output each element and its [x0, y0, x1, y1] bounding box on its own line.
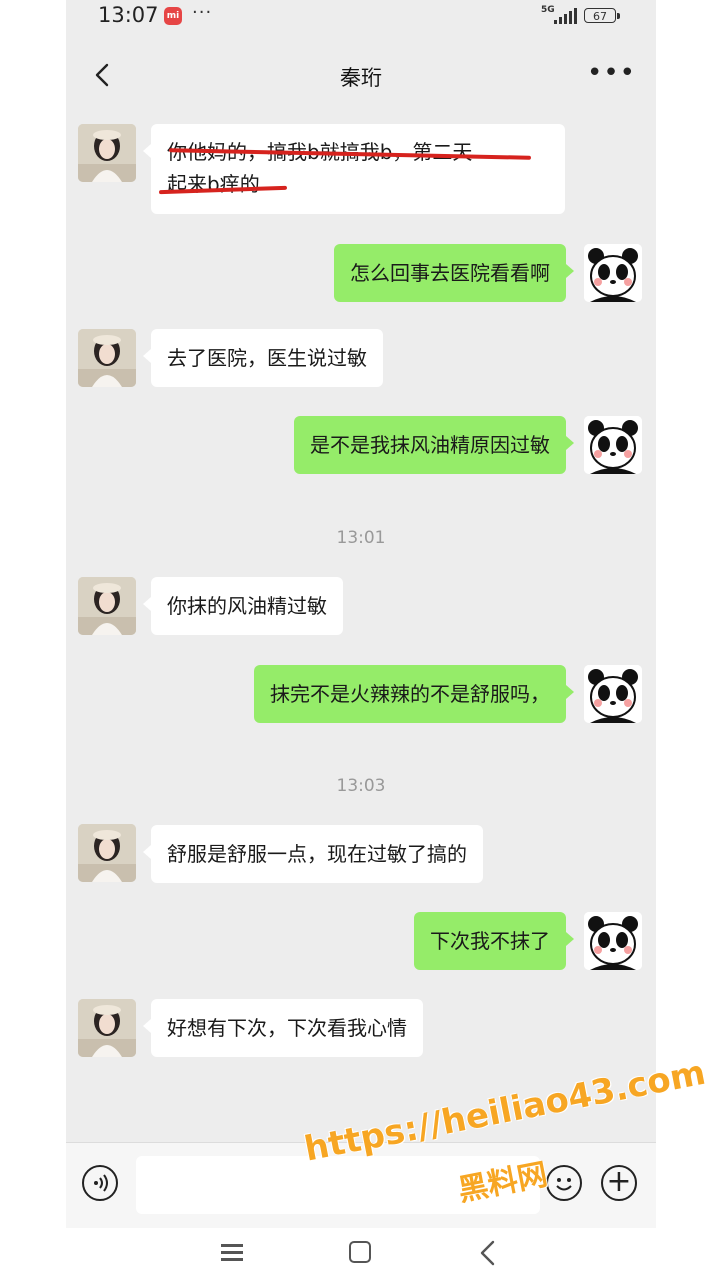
contact-avatar[interactable]: [78, 999, 136, 1057]
status-more: ···: [192, 2, 213, 23]
message-bubble-outgoing[interactable]: 是不是我抹风油精原因过敏: [294, 416, 574, 474]
contact-avatar[interactable]: [78, 577, 136, 635]
contact-avatar[interactable]: [78, 329, 136, 387]
message-bubble-incoming[interactable]: 好想有下次，下次看我心情: [143, 999, 423, 1057]
chat-timestamp: 13:01: [336, 528, 386, 548]
message-text: 抹完不是火辣辣的不是舒服吗，: [270, 682, 550, 706]
menu-icon[interactable]: [221, 1242, 243, 1262]
status-bar: 13:07 mi ··· 5G 67: [66, 0, 656, 34]
message-bubble-incoming[interactable]: 去了医院，医生说过敏: [143, 329, 383, 387]
message-text: 你抹的风油精过敏: [167, 594, 327, 618]
my-avatar[interactable]: [584, 244, 642, 302]
message-bubble-outgoing[interactable]: 怎么回事去医院看看啊: [334, 244, 574, 302]
chat-timestamp: 13:03: [336, 776, 386, 796]
message-text-line: 起来b痒的: [167, 172, 260, 196]
message-text: 去了医院，医生说过敏: [167, 346, 367, 370]
message-text: 怎么回事去医院看看啊: [350, 261, 550, 285]
chat-header: 秦珩 •••: [66, 40, 656, 112]
plus-icon[interactable]: +: [601, 1165, 637, 1201]
message-text: 舒服是舒服一点，现在过敏了搞的: [167, 842, 467, 866]
contact-avatar[interactable]: [78, 824, 136, 882]
battery-icon: 67: [584, 8, 620, 23]
home-icon[interactable]: [349, 1241, 371, 1263]
message-text: 好想有下次，下次看我心情: [167, 1016, 407, 1040]
my-avatar[interactable]: [584, 416, 642, 474]
system-nav-bar: [66, 1228, 656, 1280]
message-bubble-outgoing[interactable]: 抹完不是火辣辣的不是舒服吗，: [254, 665, 574, 723]
message-bubble-incoming[interactable]: 你抹的风油精过敏: [143, 577, 343, 635]
message-text: 是不是我抹风油精原因过敏: [310, 433, 550, 457]
signal-icon: [554, 8, 578, 24]
message-text: 下次我不抹了: [430, 929, 550, 953]
message-bubble-incoming[interactable]: 你他妈的，搞我b就搞我b，第二天 起来b痒的: [143, 124, 565, 214]
emoji-icon[interactable]: [546, 1165, 582, 1201]
my-avatar[interactable]: [584, 665, 642, 723]
network-type: 5G: [541, 5, 555, 15]
contact-avatar[interactable]: [78, 124, 136, 182]
message-bubble-outgoing[interactable]: 下次我不抹了: [414, 912, 574, 970]
voice-icon[interactable]: [82, 1165, 118, 1201]
message-bubble-incoming[interactable]: 舒服是舒服一点，现在过敏了搞的: [143, 825, 483, 883]
more-dots-icon[interactable]: •••: [587, 58, 636, 88]
back-icon[interactable]: [476, 1240, 500, 1266]
app-badge-icon: mi: [164, 7, 182, 25]
status-time: 13:07: [98, 3, 159, 27]
contact-name: 秦珩: [340, 66, 382, 90]
my-avatar[interactable]: [584, 912, 642, 970]
